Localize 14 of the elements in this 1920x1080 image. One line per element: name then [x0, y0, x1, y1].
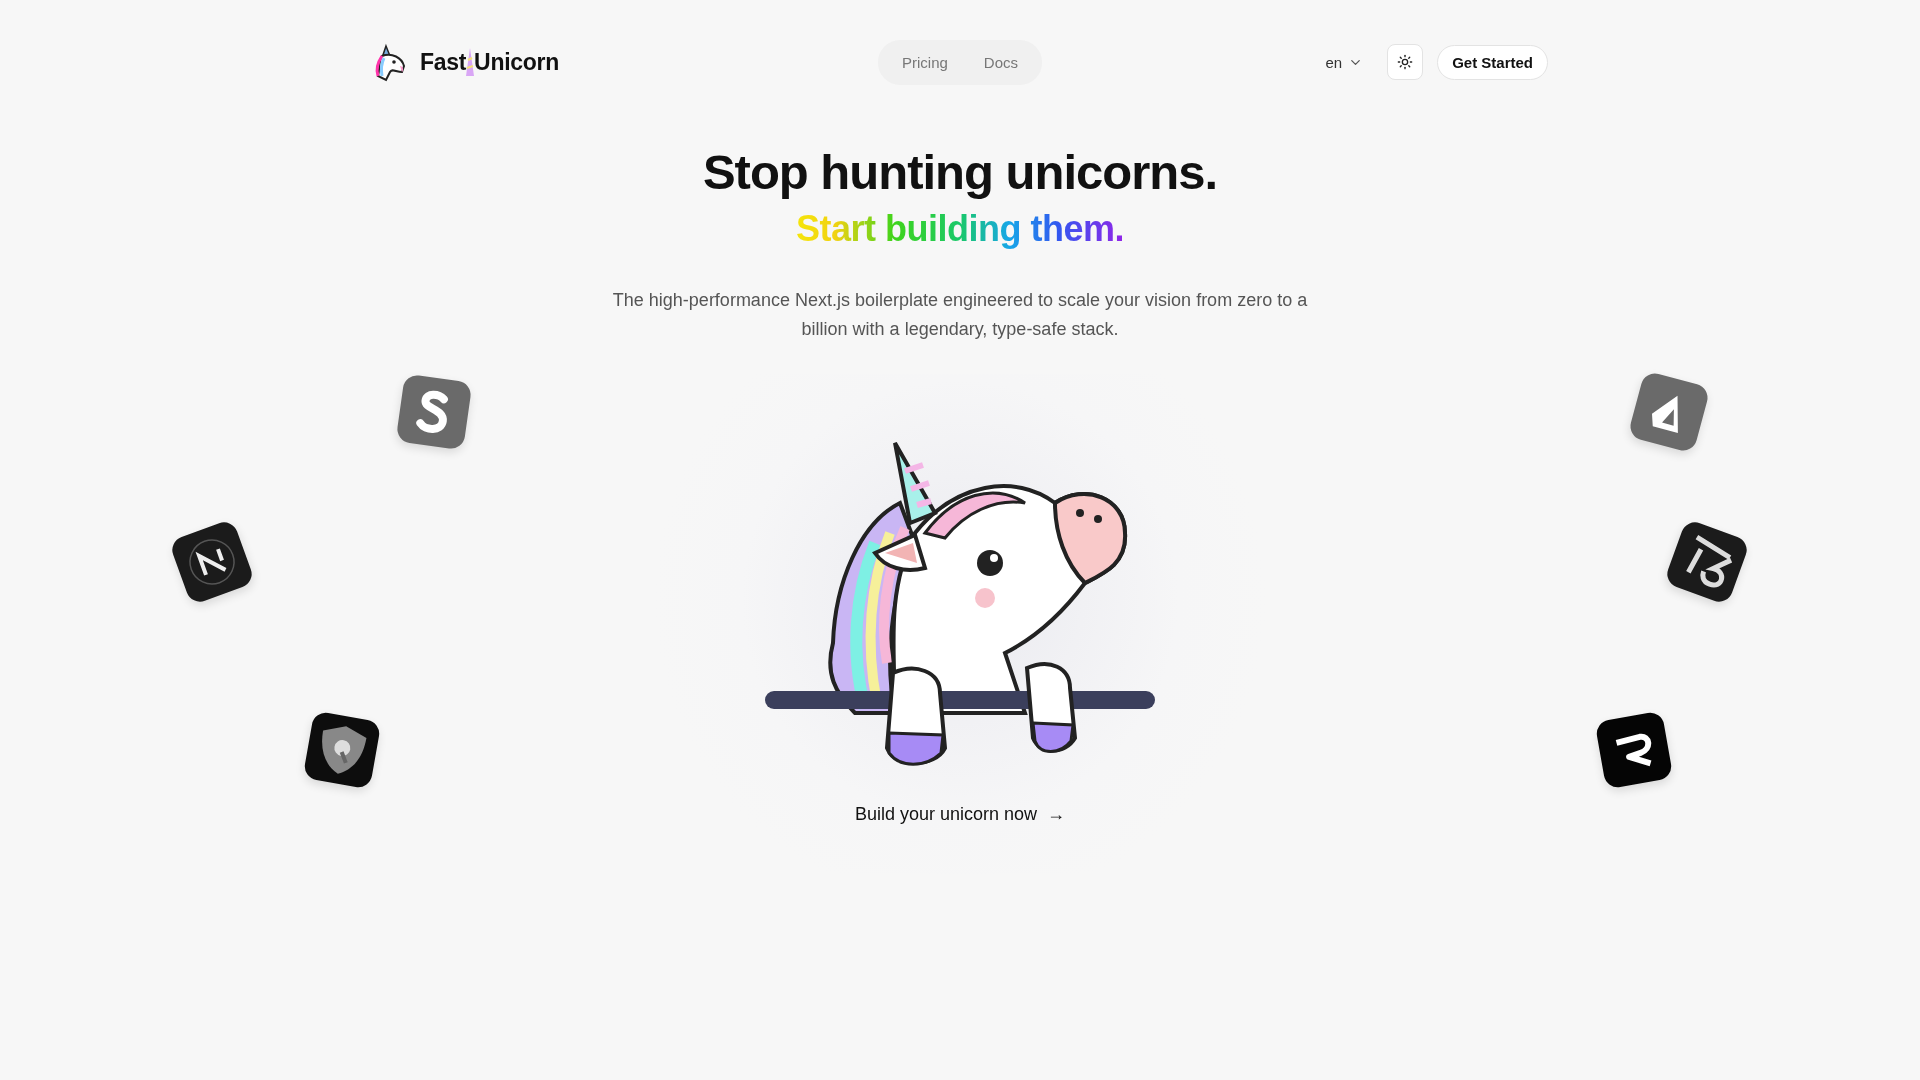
nav-link[interactable]: Docs	[969, 45, 1032, 79]
get-started-button[interactable]: Get Started	[1437, 44, 1548, 80]
sun-icon	[1397, 54, 1414, 70]
build-unicorn-link[interactable]: Build your unicorn now →	[854, 804, 1066, 825]
hero-description: The high-performance Next.js boilerplate engineered to scale your vision from zero to a billion with a legendary, type-safe stack.	[611, 289, 1309, 341]
horn-icon	[466, 48, 475, 76]
brand-name: Fast	[420, 49, 467, 76]
language-select[interactable]: en	[1315, 47, 1374, 77]
theme-toggle-button[interactable]	[1387, 44, 1424, 80]
s-letter-icon	[395, 373, 473, 451]
arrow-icon: →	[1047, 804, 1066, 825]
brand-name: Unicorn	[474, 49, 559, 76]
hero-title: Stop hunting unicorns.	[702, 144, 1218, 200]
nav-link[interactable]: Pricing	[887, 45, 962, 79]
